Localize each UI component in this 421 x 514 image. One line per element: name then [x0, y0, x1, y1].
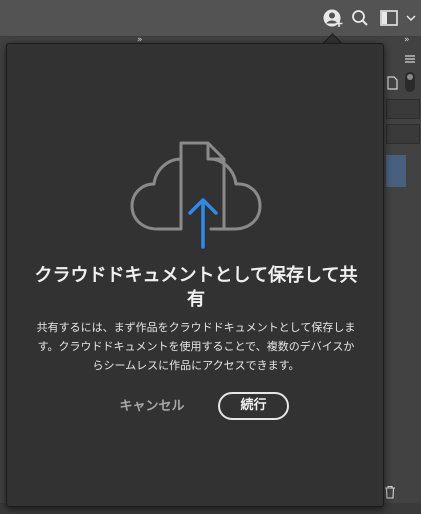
panel-field[interactable] — [386, 124, 420, 144]
collapse-panel-icon[interactable]: » — [404, 34, 416, 46]
app-window: » » クラウドドキュメントとして保存して共有 共有するには、まず作品をクラウド… — [0, 0, 421, 514]
panel-field[interactable] — [386, 99, 420, 119]
cancel-button[interactable]: キャンセル — [108, 394, 196, 420]
trash-icon[interactable] — [384, 484, 396, 499]
share-dialog: クラウドドキュメントとして保存して共有 共有するには、まず作品をクラウドドキュメ… — [6, 43, 384, 507]
document-icon[interactable] — [386, 75, 398, 90]
chevron-down-icon[interactable] — [405, 8, 417, 28]
continue-button[interactable]: 続行 — [218, 392, 289, 420]
panel-menu-icon[interactable] — [404, 49, 416, 63]
cloud-upload-icon — [126, 139, 266, 249]
dialog-title: クラウドドキュメントとして保存して共有 — [34, 265, 358, 310]
dialog-body: 共有するには、まず作品をクラウドドキュメントとして保存します。クラウドドキュメン… — [36, 321, 356, 372]
app-top-bar — [0, 0, 421, 37]
search-icon[interactable] — [350, 8, 370, 28]
workspace-icon[interactable] — [379, 8, 399, 28]
share-user-icon[interactable] — [321, 8, 345, 28]
panel-toggle[interactable] — [405, 72, 415, 92]
selected-layer-row[interactable] — [386, 155, 406, 187]
